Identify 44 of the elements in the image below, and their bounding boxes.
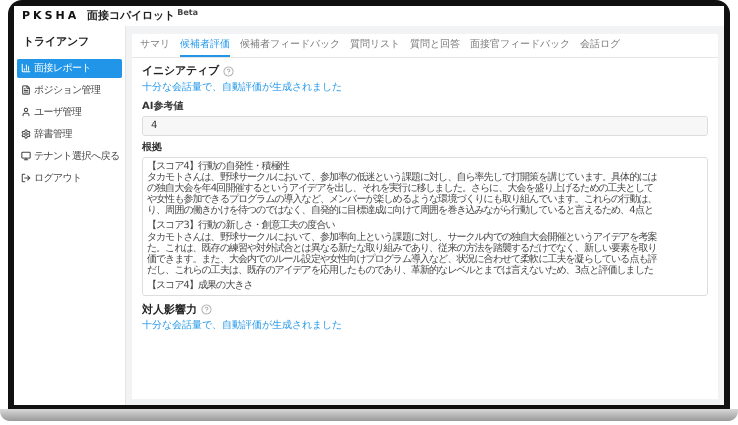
logo: PKSHA [22,8,80,24]
logout-icon [21,173,31,183]
text-line: 価できます。また、大会内でのルール設定や女性向けプログラム導入など、状況に合わせて柔軟に工夫を凝らしている点も評 [147,254,657,265]
monitor-icon [21,151,31,161]
score-heading: 【スコア4】行動の自発性・積極性 [147,160,289,172]
text-line: の独自大会を年4回開催するというアイデアを出し、それを実行に移しました。さらに、大会を盛り上げるための工夫として [147,182,653,194]
tab[interactable]: 候補者評価 [180,34,230,57]
document-icon [21,85,31,95]
text-area[interactable] [142,156,708,296]
sidebar-item[interactable]: ログアウト [17,168,122,188]
section-title: 対人影響力 [142,302,197,318]
tenant-name: トライアンフ [22,34,90,50]
tab[interactable]: 会話ログ [580,34,620,57]
text-line: だし、これらの工夫は、既存のアイデアを応用したものであり、革新的なレベルとまでは言えないため、3点と評価しました [147,265,653,276]
text-line: り、周囲の働きかけを待つのではなく、自発的に目標達成に向けて周囲を巻き込みながら行動していると言えるため、4点と [147,205,653,216]
sidebar-item[interactable]: 面接レポート [17,58,122,78]
text-line: タカモトさんは、野球サークルにおいて、参加率向上という課題に対し、サークル内での独自大会開催というアイデアを考案 [147,232,657,243]
status-note: 十分な会話量で、自動評価が生成されました [142,80,342,94]
sidebar-item[interactable]: 辞書管理 [17,124,122,144]
chart-icon [21,63,31,73]
score-heading: 【スコア4】成果の大きさ [147,280,253,292]
status-note: 十分な会話量で、自動評価が生成されました [142,318,342,334]
text-line: タカモトさんは、野球サークルにおいて、参加率の低迷という課題に対し、自ら率先して打開策を講じています。具体的には [147,172,657,183]
field-label: AI参考値 [142,100,184,114]
tab[interactable]: 面接官フィードバック [470,34,570,57]
score-heading: 【スコア3】行動の新しさ・創意工夫の度合い [147,220,334,232]
user-icon [21,107,31,117]
tab[interactable]: 質問リスト [350,34,400,57]
tab[interactable]: 候補者フィードバック [240,34,340,57]
help-icon[interactable] [223,66,234,77]
tab[interactable]: 質問と回答 [410,34,460,57]
help-icon[interactable] [201,304,212,316]
input-field[interactable]: 4 [142,116,708,136]
text-line: や女性も参加できるプログラムの導入など、メンバーが楽しめるような環境づくりにも取り組んでいます。これらの行動は、 [147,194,657,206]
sidebar-item[interactable]: ユーザ管理 [17,102,122,122]
beta-label: Beta [177,7,198,19]
text-line: た。これは、既存の練習や対外試合とは異なる新たな取り組みであり、従来の方法を踏襲するだけでなく、新しい要素を取り [147,242,657,254]
section-title: イニシアティブ [142,63,219,79]
sidebar-item[interactable]: テナント選択へ戻る [17,146,122,166]
settings-icon [21,129,31,139]
field-label: 根拠 [142,140,162,154]
sidebar-item[interactable]: ポジション管理 [17,80,122,100]
tab[interactable]: サマリ [140,34,170,57]
product-title: 面接コパイロット [87,8,176,24]
